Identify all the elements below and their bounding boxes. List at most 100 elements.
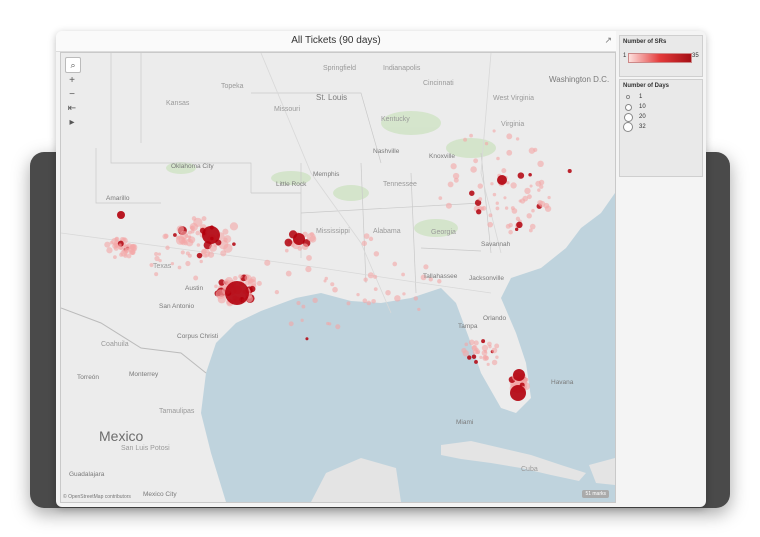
ticket-mark[interactable] (477, 183, 483, 189)
ticket-mark[interactable] (531, 208, 535, 213)
ticket-mark[interactable] (510, 206, 515, 211)
ticket-mark[interactable] (528, 147, 536, 154)
ticket-mark[interactable] (346, 301, 351, 306)
ticket-mark[interactable] (176, 225, 185, 233)
ticket-mark[interactable] (385, 289, 391, 296)
ticket-mark[interactable] (529, 184, 533, 188)
ticket-mark[interactable] (450, 163, 457, 170)
ticket-mark[interactable] (165, 245, 170, 250)
ticket-mark[interactable] (305, 337, 309, 341)
ticket-mark[interactable] (392, 261, 398, 267)
ticket-mark[interactable] (118, 243, 122, 247)
ticket-mark[interactable] (335, 324, 341, 330)
ticket-mark[interactable] (471, 345, 478, 351)
ticket-mark[interactable] (402, 292, 406, 296)
ticket-mark[interactable] (187, 253, 192, 258)
ticket-hotspot-mark[interactable] (497, 175, 507, 185)
ticket-mark[interactable] (491, 359, 498, 366)
ticket-mark[interactable] (297, 246, 303, 251)
ticket-mark[interactable] (538, 200, 546, 208)
ticket-mark[interactable] (109, 240, 114, 245)
ticket-mark[interactable] (510, 182, 517, 189)
ticket-mark[interactable] (190, 226, 194, 230)
ticket-mark[interactable] (494, 343, 500, 349)
ticket-mark[interactable] (309, 231, 315, 237)
ticket-mark[interactable] (163, 233, 169, 239)
ticket-mark[interactable] (368, 236, 374, 242)
ticket-mark[interactable] (288, 321, 294, 327)
ticket-mark[interactable] (296, 301, 301, 306)
ticket-mark[interactable] (328, 322, 332, 326)
ticket-hotspot-mark[interactable] (225, 281, 249, 305)
ticket-mark[interactable] (229, 222, 239, 231)
ticket-mark[interactable] (201, 248, 207, 255)
ticket-mark[interactable] (363, 277, 368, 282)
ticket-mark[interactable] (468, 339, 475, 346)
ticket-mark[interactable] (232, 242, 236, 246)
ticket-mark[interactable] (373, 251, 380, 257)
ticket-mark[interactable] (201, 216, 207, 222)
ticket-mark[interactable] (518, 199, 522, 203)
ticket-mark[interactable] (515, 137, 520, 141)
ticket-mark[interactable] (176, 235, 181, 240)
ticket-mark[interactable] (332, 286, 338, 293)
ticket-mark[interactable] (330, 282, 335, 287)
ticket-hotspot-mark[interactable] (513, 369, 525, 381)
ticket-mark[interactable] (264, 259, 271, 266)
ticket-mark[interactable] (401, 272, 406, 277)
zoom-in-button[interactable]: + (65, 75, 79, 87)
ticket-mark[interactable] (516, 221, 523, 229)
ticket-mark[interactable] (196, 252, 203, 259)
ticket-mark[interactable] (394, 295, 401, 302)
ticket-mark[interactable] (193, 217, 203, 228)
zoom-out-button[interactable]: − (65, 89, 79, 101)
ticket-mark[interactable] (185, 260, 191, 267)
ticket-mark[interactable] (537, 160, 544, 168)
ticket-mark[interactable] (481, 344, 489, 352)
ticket-mark[interactable] (154, 251, 159, 257)
ticket-mark[interactable] (567, 168, 572, 174)
ticket-mark[interactable] (126, 253, 132, 259)
ticket-mark[interactable] (476, 209, 482, 215)
ticket-mark[interactable] (438, 196, 443, 201)
map-attribution[interactable]: © OpenStreetMap contributors (63, 494, 131, 500)
ticket-mark[interactable] (173, 233, 177, 237)
ticket-mark[interactable] (305, 266, 312, 273)
ticket-mark[interactable] (309, 235, 317, 243)
ticket-mark[interactable] (488, 213, 493, 218)
map-search-button[interactable]: ⌕ (65, 57, 81, 73)
ticket-mark[interactable] (526, 213, 532, 219)
ticket-mark[interactable] (461, 347, 467, 354)
pan-button[interactable]: ▸ (65, 117, 79, 129)
ticket-mark[interactable] (495, 206, 500, 211)
ticket-mark[interactable] (154, 255, 160, 262)
ticket-mark[interactable] (469, 190, 475, 196)
ticket-mark[interactable] (204, 253, 208, 257)
ticket-mark[interactable] (187, 235, 191, 239)
ticket-hotspot-mark[interactable] (293, 233, 305, 245)
ticket-mark[interactable] (362, 298, 368, 304)
ticket-mark[interactable] (361, 240, 367, 247)
ticket-mark[interactable] (129, 249, 136, 256)
ticket-mark[interactable] (248, 278, 254, 284)
ticket-mark[interactable] (274, 289, 280, 295)
home-button[interactable]: ⇤ (65, 103, 79, 115)
ticket-mark[interactable] (284, 248, 289, 253)
ticket-mark[interactable] (413, 296, 419, 301)
ticket-mark[interactable] (238, 274, 243, 279)
ticket-mark[interactable] (232, 275, 238, 281)
ticket-mark[interactable] (488, 344, 492, 349)
ticket-mark[interactable] (479, 355, 483, 360)
ticket-mark[interactable] (528, 172, 532, 177)
ticket-mark[interactable] (195, 230, 201, 236)
ticket-mark[interactable] (524, 187, 531, 195)
ticket-mark[interactable] (306, 255, 312, 261)
ticket-mark[interactable] (324, 276, 329, 281)
ticket-mark[interactable] (537, 188, 541, 192)
ticket-mark[interactable] (371, 298, 376, 304)
ticket-mark[interactable] (453, 177, 459, 183)
ticket-mark[interactable] (478, 197, 483, 202)
ticket-mark[interactable] (486, 362, 490, 366)
ticket-mark[interactable] (214, 284, 218, 289)
map-canvas[interactable] (61, 53, 615, 502)
